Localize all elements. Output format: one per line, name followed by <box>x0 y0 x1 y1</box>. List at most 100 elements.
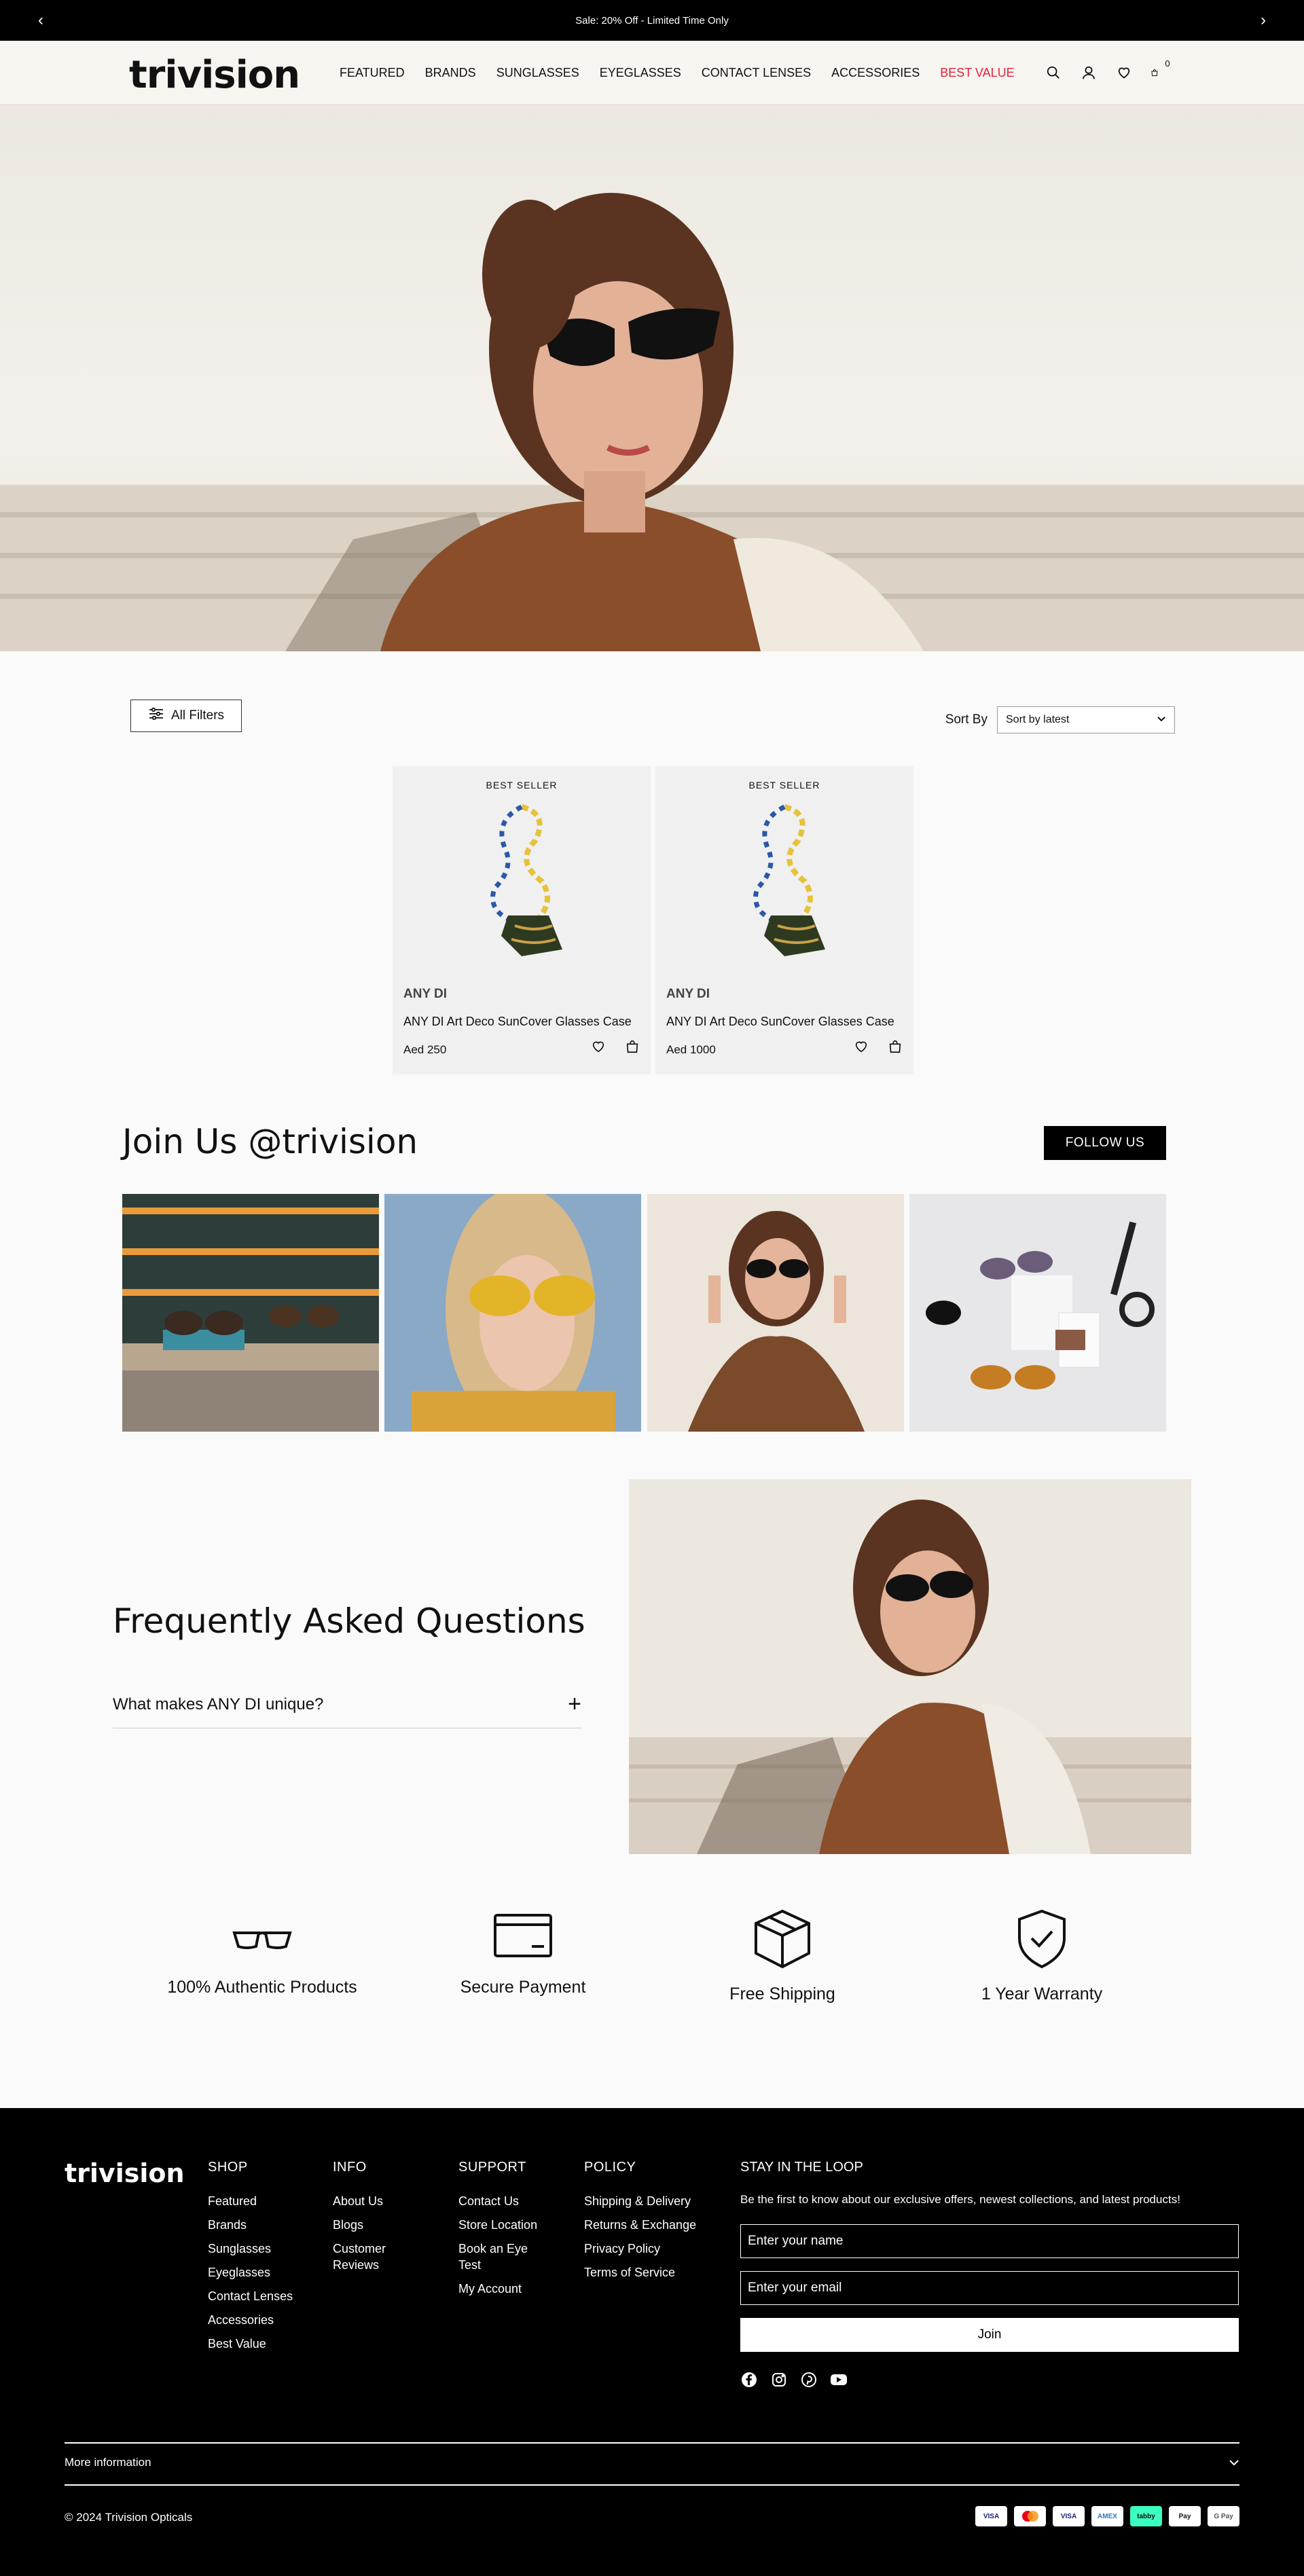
faq-title: Frequently Asked Questions <box>113 1601 585 1641</box>
all-filters-button[interactable]: All Filters <box>130 700 242 732</box>
announcement-next-button[interactable]: › <box>1243 0 1284 41</box>
more-information-toggle[interactable]: More information <box>65 2456 1239 2469</box>
nav-contact-lenses[interactable]: CONTACT LENSES <box>702 66 811 80</box>
email-field[interactable]: Enter your email <box>740 2271 1239 2305</box>
faq-item[interactable]: What makes ANY DI unique? + <box>113 1681 581 1728</box>
footer-link[interactable]: Returns & Exchange <box>584 2217 696 2233</box>
visa-icon: VISA <box>975 2506 1007 2526</box>
search-icon[interactable] <box>1045 64 1062 81</box>
product-card[interactable]: BEST SELLER ANY DI ANY DI Art Deco SunCo… <box>655 766 913 1074</box>
join-us-title: Join Us @trivision <box>122 1122 418 1161</box>
footer-link[interactable]: Brands <box>208 2217 293 2233</box>
footer-column-title: INFO <box>333 2160 367 2175</box>
user-icon[interactable] <box>1080 64 1098 81</box>
product-name[interactable]: ANY DI Art Deco SunCover Glasses Case <box>666 1015 894 1029</box>
wishlist-heart-icon[interactable] <box>591 1039 606 1057</box>
filter-icon <box>148 707 164 725</box>
instagram-post-image[interactable] <box>647 1194 904 1432</box>
cart-icon[interactable]: 0 <box>1151 58 1170 81</box>
site-header: trivision FEATURED BRANDS SUNGLASSES EYE… <box>0 41 1304 105</box>
footer-link[interactable]: Accessories <box>208 2312 293 2328</box>
payment-methods: VISA VISA AMEX tabby Pay G Pay <box>975 2506 1239 2526</box>
product-image[interactable] <box>730 800 839 956</box>
footer-link[interactable]: Eyeglasses <box>208 2264 293 2281</box>
product-card[interactable]: BEST SELLER ANY DI ANY DI Art Deco SunCo… <box>393 766 651 1074</box>
sort-select[interactable]: Sort by latest <box>997 706 1175 733</box>
announcement-bar: ‹ Sale: 20% Off - Limited Time Only › <box>0 0 1304 41</box>
announcement-prev-button[interactable]: ‹ <box>20 0 61 41</box>
facebook-icon[interactable] <box>740 2371 758 2389</box>
footer-link[interactable]: Featured <box>208 2193 293 2209</box>
hero-banner-image[interactable] <box>0 105 1304 651</box>
product-brand: ANY DI <box>666 987 710 1001</box>
footer-link[interactable]: Terms of Service <box>584 2264 696 2281</box>
footer-link[interactable]: About Us <box>333 2193 435 2209</box>
add-to-cart-icon[interactable] <box>625 1039 640 1057</box>
footer-link[interactable]: Store Location <box>458 2217 560 2233</box>
card-icon <box>494 1914 552 1957</box>
heart-icon[interactable] <box>1115 64 1133 81</box>
logo[interactable]: trivision <box>129 53 300 97</box>
newsletter-title: STAY IN THE LOOP <box>740 2160 863 2175</box>
chevron-down-icon <box>1157 714 1166 726</box>
faq-image <box>629 1479 1191 1854</box>
glasses-icon <box>232 1931 292 1949</box>
product-name[interactable]: ANY DI Art Deco SunCover Glasses Case <box>403 1015 632 1029</box>
shield-check-icon <box>1018 1909 1066 1969</box>
instagram-icon[interactable] <box>770 2371 788 2389</box>
footer-logo[interactable]: trivision <box>65 2158 185 2188</box>
footer-link[interactable]: Contact Us <box>458 2193 560 2209</box>
footer-column-title: POLICY <box>584 2160 636 2175</box>
pinterest-icon[interactable] <box>800 2371 818 2389</box>
footer-column-title: SUPPORT <box>458 2160 526 2175</box>
footer-link[interactable]: Shipping & Delivery <box>584 2193 696 2209</box>
chevron-down-icon <box>1229 2456 1239 2469</box>
instagram-post-image[interactable] <box>122 1194 379 1432</box>
footer-link[interactable]: Contact Lenses <box>208 2288 293 2304</box>
nav-best-value[interactable]: BEST VALUE <box>940 66 1014 80</box>
add-to-cart-icon[interactable] <box>888 1039 903 1057</box>
feature-free-shipping: Free Shipping <box>667 1908 898 2004</box>
instagram-post-image[interactable] <box>384 1194 641 1432</box>
name-field[interactable]: Enter your name <box>740 2224 1239 2258</box>
product-image[interactable] <box>467 800 576 956</box>
all-filters-label: All Filters <box>170 708 225 723</box>
apple-pay-icon: Pay <box>1169 2506 1201 2526</box>
product-price: Aed 250 <box>403 1043 447 1056</box>
footer-info-column: INFO About Us Blogs Customer Reviews <box>333 2160 435 2281</box>
footer-link[interactable]: Customer Reviews <box>333 2241 408 2273</box>
more-information-label: More information <box>65 2456 151 2469</box>
plus-icon[interactable]: + <box>568 1691 581 1718</box>
nav-brands[interactable]: BRANDS <box>425 66 476 80</box>
announcement-text: Sale: 20% Off - Limited Time Only <box>575 14 729 26</box>
footer-link[interactable]: Sunglasses <box>208 2241 293 2257</box>
wishlist-heart-icon[interactable] <box>854 1039 869 1057</box>
main-nav: FEATURED BRANDS SUNGLASSES EYEGLASSES CO… <box>340 41 1015 105</box>
cart-count: 0 <box>1165 58 1170 69</box>
nav-sunglasses[interactable]: SUNGLASSES <box>496 66 579 80</box>
newsletter: STAY IN THE LOOP Be the first to know ab… <box>740 2160 1239 2389</box>
instagram-post-image[interactable] <box>909 1194 1166 1432</box>
product-price: Aed 1000 <box>666 1043 716 1056</box>
feature-warranty: 1 Year Warranty <box>926 1908 1157 2004</box>
footer-link[interactable]: Book an Eye Test <box>458 2241 540 2273</box>
footer-link[interactable]: Privacy Policy <box>584 2241 696 2257</box>
follow-us-button[interactable]: FOLLOW US <box>1044 1126 1166 1160</box>
nav-featured[interactable]: FEATURED <box>340 66 405 80</box>
feature-label: Secure Payment <box>460 1978 586 1997</box>
feature-secure-payment: Secure Payment <box>408 1908 638 1997</box>
join-button[interactable]: Join <box>740 2318 1239 2352</box>
nav-eyeglasses[interactable]: EYEGLASSES <box>600 66 681 80</box>
footer-link[interactable]: Best Value <box>208 2336 293 2352</box>
nav-accessories[interactable]: ACCESSORIES <box>831 66 920 80</box>
footer-link[interactable]: My Account <box>458 2281 560 2297</box>
google-pay-icon: G Pay <box>1208 2506 1239 2526</box>
footer-policy-column: POLICY Shipping & Delivery Returns & Exc… <box>584 2160 696 2288</box>
newsletter-subtitle: Be the first to know about our exclusive… <box>740 2193 1180 2206</box>
youtube-icon[interactable] <box>830 2371 848 2389</box>
box-icon <box>755 1909 810 1969</box>
feature-label: 100% Authentic Products <box>167 1978 357 1997</box>
sort-control: Sort By Sort by latest <box>945 706 1175 733</box>
sort-select-value: Sort by latest <box>1006 714 1070 725</box>
footer-link[interactable]: Blogs <box>333 2217 435 2233</box>
